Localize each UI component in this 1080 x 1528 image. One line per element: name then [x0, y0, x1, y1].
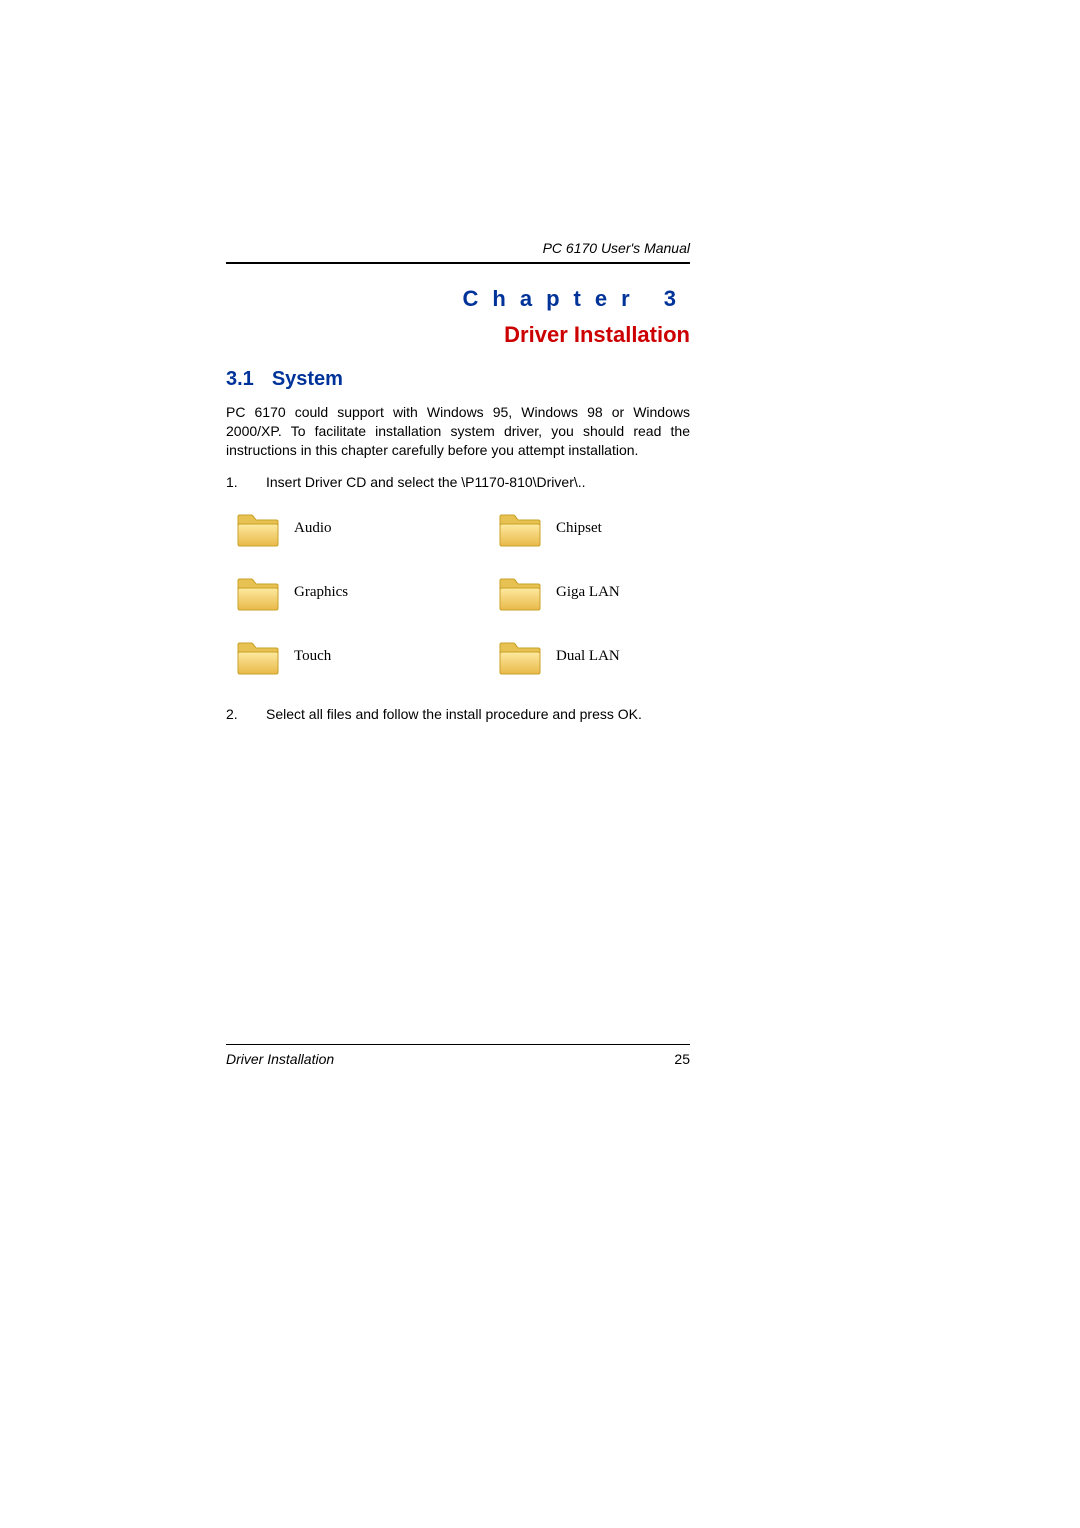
step-text: Insert Driver CD and select the \P1170-8…: [266, 474, 690, 490]
step-2: 2. Select all files and follow the insta…: [226, 706, 690, 722]
section-number: 3.1: [226, 368, 254, 391]
section-title: System: [272, 368, 343, 390]
chapter-label: Chapter 3: [226, 286, 690, 312]
intro-paragraph: PC 6170 could support with Windows 95, W…: [226, 403, 690, 460]
folder-label: Dual LAN: [556, 648, 620, 665]
folder-icon: [498, 574, 542, 612]
folder-label: Giga LAN: [556, 584, 620, 601]
folder-label: Audio: [294, 520, 332, 537]
folder-graphics[interactable]: Graphics: [236, 574, 428, 612]
folder-icon: [236, 638, 280, 676]
folder-icon: [498, 510, 542, 548]
footer-page-number: 25: [674, 1051, 690, 1067]
step-text: Select all files and follow the install …: [266, 706, 690, 722]
step-1: 1. Insert Driver CD and select the \P117…: [226, 474, 690, 490]
folder-label: Graphics: [294, 584, 348, 601]
chapter-title: Driver Installation: [226, 322, 690, 348]
header-manual-title: PC 6170 User's Manual: [226, 240, 690, 264]
folder-icon: [236, 574, 280, 612]
page-footer: Driver Installation 25: [226, 1044, 690, 1067]
section-heading: 3.1 System: [226, 368, 690, 391]
footer-section-name: Driver Installation: [226, 1051, 334, 1067]
folder-audio[interactable]: Audio: [236, 510, 428, 548]
folder-touch[interactable]: Touch: [236, 638, 428, 676]
folder-icon: [236, 510, 280, 548]
step-number: 2.: [226, 706, 266, 722]
folder-grid: Audio Chipset: [226, 510, 690, 676]
folder-chipset[interactable]: Chipset: [498, 510, 690, 548]
folder-giga-lan[interactable]: Giga LAN: [498, 574, 690, 612]
folder-label: Touch: [294, 648, 331, 665]
folder-label: Chipset: [556, 520, 602, 537]
folder-icon: [498, 638, 542, 676]
folder-dual-lan[interactable]: Dual LAN: [498, 638, 690, 676]
step-number: 1.: [226, 474, 266, 490]
